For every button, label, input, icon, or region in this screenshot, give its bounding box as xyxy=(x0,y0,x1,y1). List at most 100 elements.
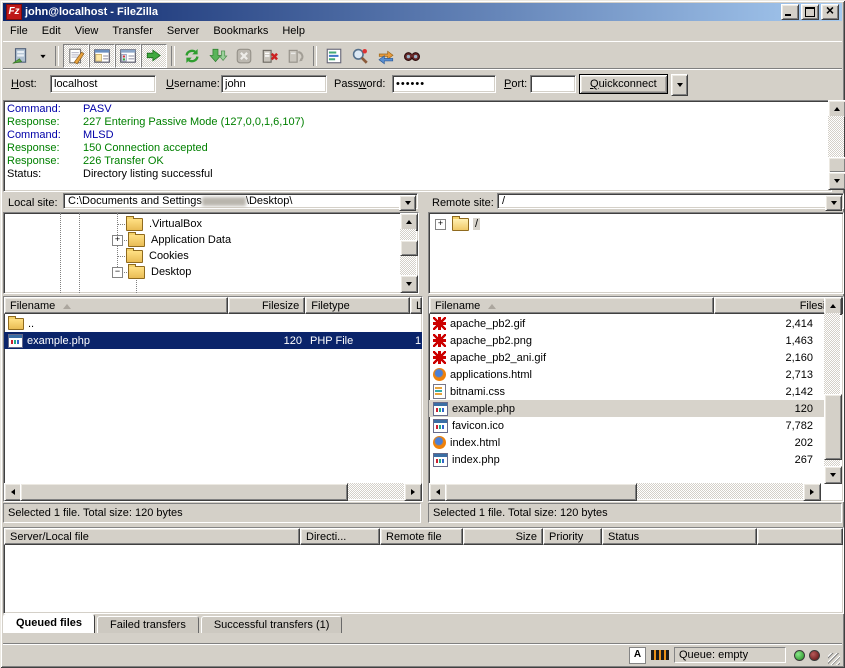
process-queue-icon[interactable] xyxy=(205,44,231,68)
plus-expander-icon[interactable] xyxy=(112,235,123,246)
local-hscrollbar[interactable] xyxy=(4,483,420,499)
file-row[interactable]: bitnami.css2,142 xyxy=(429,383,843,400)
minus-expander-icon[interactable] xyxy=(112,267,123,278)
file-row[interactable]: apache_pb2_ani.gif2,160 xyxy=(429,349,843,366)
username-input[interactable] xyxy=(221,75,327,93)
file-row[interactable]: applications.html2,713 xyxy=(429,366,843,383)
column-header-l[interactable]: L xyxy=(410,297,422,314)
password-input[interactable] xyxy=(392,75,496,93)
queue-column-size[interactable]: Size xyxy=(463,528,543,545)
tab-failed-transfers[interactable]: Failed transfers xyxy=(97,616,199,633)
remote-site-combobox[interactable]: / xyxy=(497,193,844,209)
tree-item-cookies[interactable]: Cookies xyxy=(112,248,191,264)
column-header-filetype[interactable]: Filetype xyxy=(305,297,410,314)
toggle-local-tree-icon[interactable] xyxy=(89,44,115,68)
menu-file[interactable]: File xyxy=(3,23,35,39)
directory-comparison-icon[interactable] xyxy=(347,44,373,68)
scroll-right-icon[interactable] xyxy=(803,483,821,501)
local-site-dropdown-icon[interactable] xyxy=(399,195,416,211)
host-label: Host: xyxy=(11,78,37,90)
scrollbar-thumb[interactable] xyxy=(20,483,348,501)
image-file-icon xyxy=(433,317,446,330)
quickconnect-button[interactable]: Quickconnect xyxy=(579,74,668,94)
queue-column-remotefile[interactable]: Remote file xyxy=(380,528,463,545)
file-row[interactable]: example.php120 xyxy=(429,400,843,417)
tree-item-root[interactable]: / xyxy=(435,216,480,232)
cancel-operation-icon[interactable] xyxy=(231,44,257,68)
toggle-transfer-queue-icon[interactable] xyxy=(141,44,167,68)
reconnect-icon[interactable] xyxy=(283,44,309,68)
queue-column-status[interactable]: Status xyxy=(602,528,757,545)
scroll-down-icon[interactable] xyxy=(824,466,842,484)
file-row[interactable]: index.php267 xyxy=(429,451,843,468)
file-row[interactable]: favicon.ico7,782 xyxy=(429,417,843,434)
toggle-message-log-icon[interactable] xyxy=(63,44,89,68)
file-row[interactable]: index.html202 xyxy=(429,434,843,451)
scrollbar-thumb[interactable] xyxy=(824,394,842,460)
disconnect-icon[interactable] xyxy=(257,44,283,68)
menu-view[interactable]: View xyxy=(68,23,106,39)
minimize-icon[interactable] xyxy=(781,4,799,20)
local-tree-scrollbar[interactable] xyxy=(400,213,416,291)
maximize-icon[interactable] xyxy=(801,4,819,20)
queue-column-priority[interactable]: Priority xyxy=(543,528,602,545)
menu-help[interactable]: Help xyxy=(275,23,312,39)
find-files-icon[interactable] xyxy=(399,44,425,68)
file-row[interactable]: apache_pb2.png1,463 xyxy=(429,332,843,349)
quickconnect-dropdown-icon[interactable] xyxy=(671,74,688,96)
scrollbar-thumb[interactable] xyxy=(828,157,845,173)
tab-queued-files[interactable]: Queued files xyxy=(3,614,95,633)
menu-edit[interactable]: Edit xyxy=(35,23,68,39)
remote-list-scrollbar[interactable] xyxy=(824,297,840,482)
menu-transfer[interactable]: Transfer xyxy=(105,23,160,39)
tab-successful-transfers-1-[interactable]: Successful transfers (1) xyxy=(201,616,343,633)
column-header-filename[interactable]: Filename xyxy=(429,297,714,314)
remote-hscrollbar[interactable] xyxy=(429,483,819,499)
log-line-label: Status: xyxy=(7,168,83,181)
file-row[interactable]: .. xyxy=(4,315,422,332)
menu-bookmarks[interactable]: Bookmarks xyxy=(206,23,275,39)
folder-icon xyxy=(128,266,145,279)
title-bar[interactable]: Fz john@localhost - FileZilla xyxy=(3,3,842,21)
site-manager-icon[interactable] xyxy=(6,44,34,68)
sort-ascending-icon xyxy=(63,300,71,309)
tree-item-desktop[interactable]: Desktop xyxy=(112,264,193,280)
speed-limit-icon[interactable] xyxy=(651,648,669,662)
resize-grip[interactable] xyxy=(828,653,840,665)
toggle-remote-tree-icon[interactable] xyxy=(115,44,141,68)
scroll-down-icon[interactable] xyxy=(828,172,845,190)
queue-column-filler xyxy=(757,528,843,545)
site-manager-dropdown-icon[interactable] xyxy=(34,44,51,68)
plus-expander-icon[interactable] xyxy=(435,219,446,230)
local-file-list: FilenameFilesizeFiletypeL..example.php12… xyxy=(3,296,423,502)
column-header-filesize[interactable]: Filesize xyxy=(228,297,305,314)
local-site-combobox[interactable]: C:\Documents and Settings\Desktop\ xyxy=(63,193,418,209)
menu-server[interactable]: Server xyxy=(160,23,206,39)
filter-icon[interactable] xyxy=(321,44,347,68)
log-line: Response:150 Connection accepted xyxy=(7,142,831,155)
column-header-filename[interactable]: Filename xyxy=(4,297,228,314)
queue-column-serverlocalfile[interactable]: Server/Local file xyxy=(4,528,300,545)
transfer-type-icon[interactable]: A xyxy=(629,647,646,664)
file-row[interactable]: example.php120PHP File1 xyxy=(4,332,422,349)
synchronized-browsing-icon[interactable] xyxy=(373,44,399,68)
host-input[interactable] xyxy=(50,75,156,93)
column-header-label: Status xyxy=(608,531,639,543)
scrollbar-thumb[interactable] xyxy=(400,240,418,256)
file-row[interactable]: apache_pb2.gif2,414 xyxy=(429,315,843,332)
remote-site-dropdown-icon[interactable] xyxy=(825,195,842,211)
tree-item-application-data[interactable]: Application Data xyxy=(112,232,233,248)
tree-item--virtualbox[interactable]: .VirtualBox xyxy=(112,216,204,232)
port-input[interactable] xyxy=(530,75,576,93)
scrollbar-thumb[interactable] xyxy=(445,483,637,501)
filename-text: bitnami.css xyxy=(450,386,505,398)
php-file-icon xyxy=(433,419,448,433)
lastmodified-cell xyxy=(411,315,422,332)
queue-column-directi[interactable]: Directi... xyxy=(300,528,380,545)
scroll-right-icon[interactable] xyxy=(404,483,422,501)
filename-text: example.php xyxy=(452,403,515,415)
close-icon[interactable] xyxy=(821,4,839,20)
scroll-down-icon[interactable] xyxy=(400,275,418,293)
refresh-icon[interactable] xyxy=(179,44,205,68)
log-scrollbar[interactable] xyxy=(828,100,844,188)
